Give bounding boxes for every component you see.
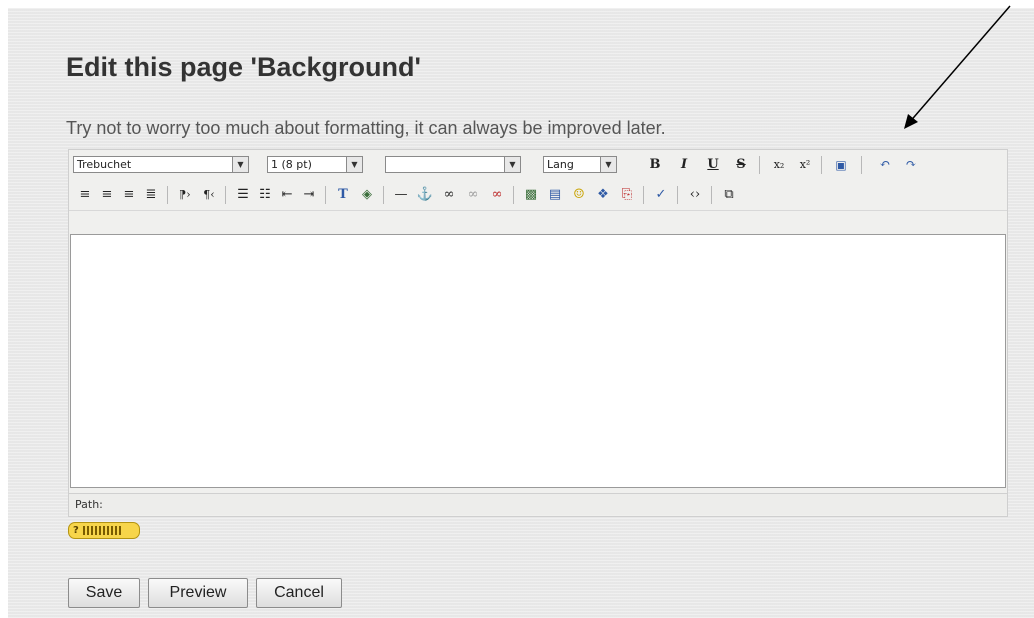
annotation-arrow (904, 5, 1011, 129)
